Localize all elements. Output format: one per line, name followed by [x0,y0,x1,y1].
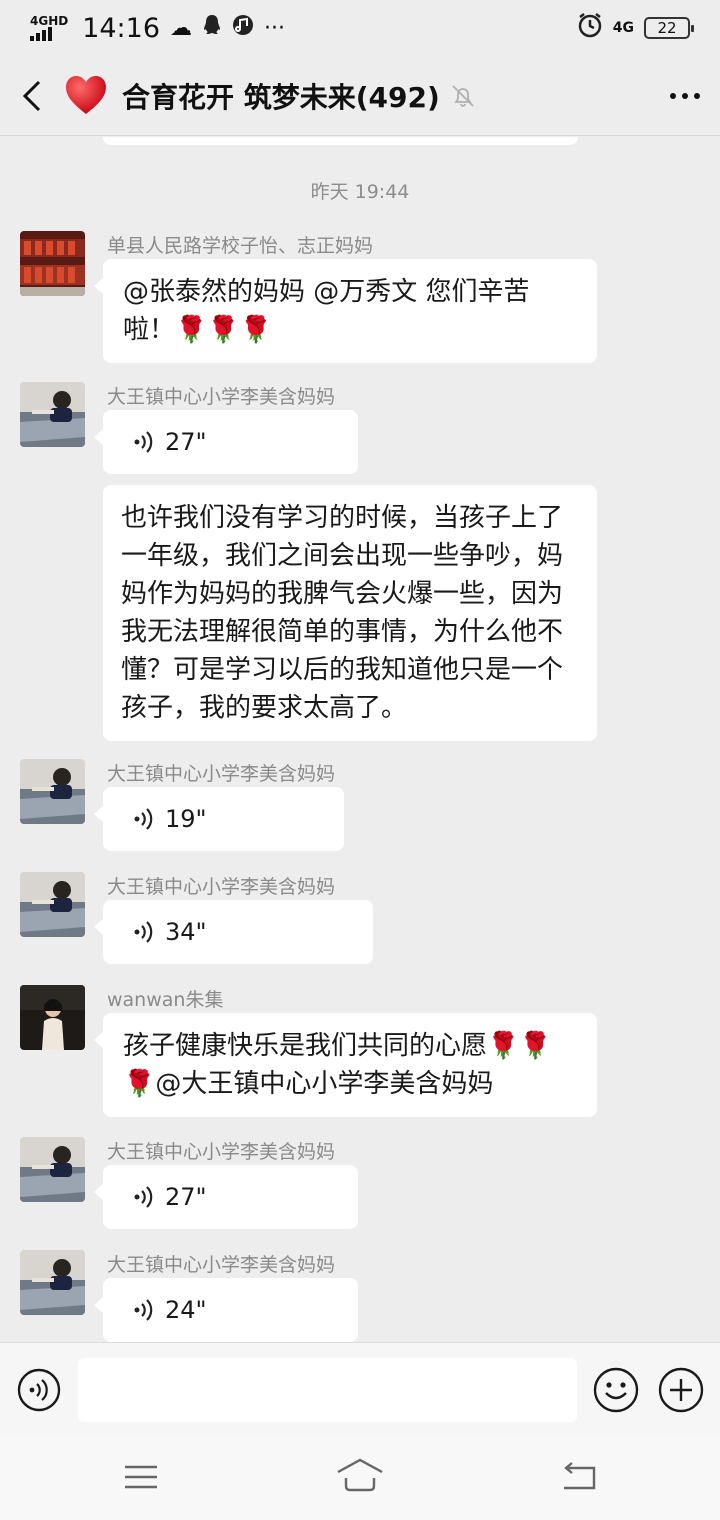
message-line: 一年级，我们之间会出现一些争吵，妈 [121,541,564,571]
sender-name: wanwan朱集 [107,989,224,1011]
home-icon[interactable] [336,1456,384,1496]
weather-icon: ☁ [170,15,193,41]
message-item: 大王镇中心小学李美含妈妈 27" [20,1137,700,1237]
avatar[interactable] [20,231,85,296]
avatar-image [20,1137,85,1202]
message-line: 我无法理解很简单的事情，为什么他不 [121,617,564,647]
system-navigation-bar [0,1436,720,1520]
sender-name: 大王镇中心小学李美含妈妈 [107,763,336,785]
avatar[interactable] [20,872,85,937]
message-line: 孩子，我的要求太高了。 [121,693,408,723]
voice-message-bubble[interactable]: 19" [94,787,344,851]
voice-message-bubble[interactable]: 34" [94,900,373,964]
message-line: 🌹@大王镇中心小学李美含妈妈 [123,1069,494,1099]
signal-bars-icon [30,27,52,41]
message-line: 懂？可是学习以后的我知道他只是一个 [121,655,564,685]
avatar-image [20,872,85,937]
back-button[interactable] [0,56,64,136]
avatar[interactable] [20,985,85,1050]
message-timestamp: 昨天 19:44 [310,181,410,203]
message-item: 大王镇中心小学李美含妈妈 24" [20,1250,700,1342]
music-icon [232,14,254,42]
text-message-bubble[interactable]: @张泰然的妈妈 @万秀文 您们辛苦 啦！🌹🌹🌹 [94,259,597,363]
plus-button[interactable] [658,1367,704,1413]
chat-header: 合育花开 筑梦未来(492) [0,56,720,136]
menu-icon[interactable] [123,1462,159,1492]
back-icon[interactable] [560,1460,598,1492]
voice-input-button[interactable] [17,1368,61,1412]
message-list[interactable]: 昨天 19:44 单县人民路学校子怡、志正妈妈 @张泰然的妈妈 @万秀文 您们辛… [0,137,720,1342]
emoji-button[interactable] [593,1367,639,1413]
avatar[interactable] [20,382,85,447]
avatar[interactable] [20,1250,85,1315]
avatar-image [20,759,85,824]
avatar-image [20,382,85,447]
battery-level: 22 [657,19,677,37]
message-item: 大王镇中心小学李美含妈妈 27" [20,382,700,482]
voice-message-bubble[interactable]: 27" [94,410,358,474]
voice-wave-icon [134,1299,153,1321]
voice-wave-icon [134,921,153,943]
message-item: wanwan朱集 孩子健康快乐是我们共同的心愿🌹🌹 🌹@大王镇中心小学李美含妈妈 [20,985,700,1125]
voice-duration: 19" [165,805,207,833]
mobile-data-indicator: 4G [612,20,634,36]
message-input[interactable] [78,1358,577,1422]
alarm-icon [577,12,603,45]
message-line: 妈作为妈妈的我脾气会火爆一些，因为 [121,579,564,609]
previous-message-bubble [103,137,578,145]
message-line: @张泰然的妈妈 @万秀文 您们辛苦 [123,277,530,307]
heart-icon [66,75,106,114]
voice-duration: 34" [165,918,207,946]
voice-wave-icon [134,1186,153,1208]
sender-name: 单县人民路学校子怡、志正妈妈 [107,235,374,257]
message-line: 啦！🌹🌹🌹 [123,315,273,345]
qq-icon [202,14,222,42]
network-type: 4GHD [30,14,69,28]
chevron-left-icon [22,80,41,111]
avatar-image [20,1250,85,1315]
battery-icon: 22 [644,17,694,39]
voice-wave-icon [134,808,153,830]
status-bar: 4GHD 14:16 ☁ ··· 4G 22 [0,0,720,56]
message-item: 也许我们没有学习的时候，当孩子上了 一年级，我们之间会出现一些争吵，妈 妈作为妈… [20,485,700,745]
chat-title: 合育花开 筑梦未来(492) [122,80,440,114]
avatar[interactable] [20,759,85,824]
avatar-image [20,231,85,296]
mute-bell-icon [452,84,474,107]
sender-name: 大王镇中心小学李美含妈妈 [107,386,336,408]
input-bar [0,1342,720,1436]
message-item: 大王镇中心小学李美含妈妈 34" [20,872,700,972]
avatar-image [20,985,85,1050]
voice-message-bubble[interactable]: 27" [94,1165,358,1229]
voice-wave-icon [134,431,153,453]
voice-message-bubble[interactable]: 24" [94,1278,358,1342]
text-message-bubble[interactable]: 孩子健康快乐是我们共同的心愿🌹🌹 🌹@大王镇中心小学李美含妈妈 [94,1013,597,1117]
text-message-bubble[interactable]: 也许我们没有学习的时候，当孩子上了 一年级，我们之间会出现一些争吵，妈 妈作为妈… [103,485,597,741]
sender-name: 大王镇中心小学李美含妈妈 [107,1141,336,1163]
voice-duration: 27" [165,1183,207,1211]
sender-name: 大王镇中心小学李美含妈妈 [107,1254,336,1276]
message-item: 大王镇中心小学李美含妈妈 19" [20,759,700,859]
more-dots-icon: ··· [264,15,285,41]
message-item: 单县人民路学校子怡、志正妈妈 @张泰然的妈妈 @万秀文 您们辛苦 啦！🌹🌹🌹 [20,231,700,363]
avatar[interactable] [20,1137,85,1202]
message-line: 孩子健康快乐是我们共同的心愿🌹🌹 [123,1031,552,1061]
message-line: 也许我们没有学习的时候，当孩子上了 [121,503,564,533]
voice-duration: 27" [165,428,207,456]
clock: 14:16 [82,12,161,44]
sender-name: 大王镇中心小学李美含妈妈 [107,876,336,898]
more-options-button[interactable] [650,56,720,136]
signal-indicator: 4GHD [30,15,68,41]
voice-duration: 24" [165,1296,207,1324]
